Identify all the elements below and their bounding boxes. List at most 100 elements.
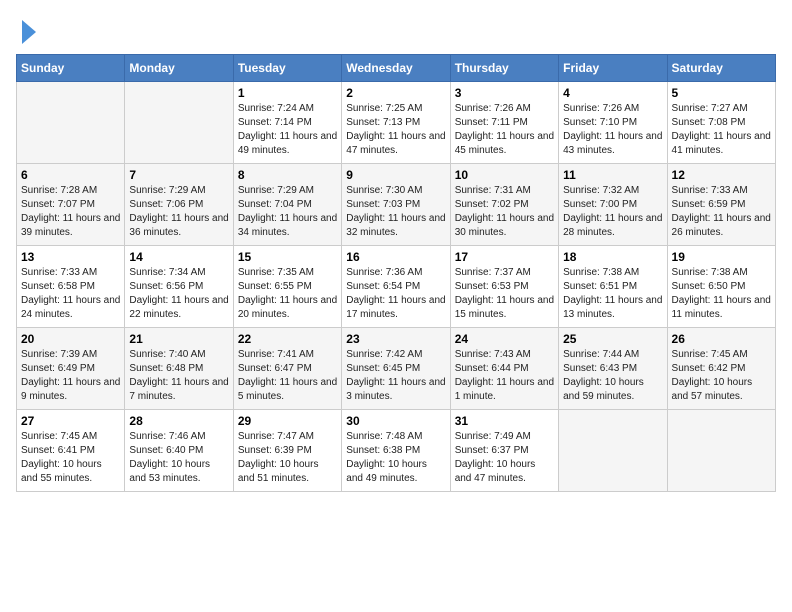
calendar-cell: 18 Sunrise: 7:38 AMSunset: 6:51 PMDayligh… <box>559 246 667 328</box>
day-info: Sunrise: 7:26 AMSunset: 7:10 PMDaylight:… <box>563 102 662 158</box>
day-info: Sunrise: 7:37 AMSunset: 6:53 PMDaylight:… <box>455 266 554 322</box>
day-info: Sunrise: 7:41 AMSunset: 6:47 PMDaylight:… <box>238 348 337 404</box>
day-info: Sunrise: 7:29 AMSunset: 7:06 PMDaylight:… <box>129 184 228 240</box>
day-info: Sunrise: 7:46 AMSunset: 6:40 PMDaylight:… <box>129 430 228 486</box>
day-number: 8 <box>238 168 337 182</box>
calendar-week-row: 6Sunrise: 7:28 AMSunset: 7:07 PMDaylight… <box>17 164 776 246</box>
calendar-cell: 29 Sunrise: 7:47 AMSunset: 6:39 PMDayligh… <box>233 410 341 492</box>
day-number: 25 <box>563 332 662 346</box>
day-number: 9 <box>346 168 445 182</box>
day-info: Sunrise: 7:38 AMSunset: 6:51 PMDaylight:… <box>563 266 662 322</box>
calendar-header-thursday: Thursday <box>450 55 558 82</box>
day-number: 23 <box>346 332 445 346</box>
calendar-cell: 4Sunrise: 7:26 AMSunset: 7:10 PMDaylight… <box>559 82 667 164</box>
calendar-cell: 30Sunrise: 7:48 AMSunset: 6:38 PMDayligh… <box>342 410 450 492</box>
day-info: Sunrise: 7:26 AMSunset: 7:11 PMDaylight:… <box>455 102 554 158</box>
logo <box>16 16 36 44</box>
calendar-cell: 17 Sunrise: 7:37 AMSunset: 6:53 PMDayligh… <box>450 246 558 328</box>
day-number: 3 <box>455 86 554 100</box>
day-info: Sunrise: 7:31 AMSunset: 7:02 PMDaylight:… <box>455 184 554 240</box>
page-header <box>16 16 776 44</box>
day-info: Sunrise: 7:27 AMSunset: 7:08 PMDaylight:… <box>672 102 771 158</box>
calendar-cell: 19Sunrise: 7:38 AMSunset: 6:50 PMDayligh… <box>667 246 775 328</box>
calendar-body: 1 Sunrise: 7:24 AMSunset: 7:14 PMDaylight… <box>17 82 776 492</box>
day-number: 7 <box>129 168 228 182</box>
logo-arrow-icon <box>22 20 36 44</box>
day-number: 30 <box>346 414 445 428</box>
day-number: 26 <box>672 332 771 346</box>
calendar-cell: 23 Sunrise: 7:42 AMSunset: 6:45 PMDayligh… <box>342 328 450 410</box>
calendar-cell <box>17 82 125 164</box>
day-number: 18 <box>563 250 662 264</box>
day-number: 31 <box>455 414 554 428</box>
calendar-cell: 21 Sunrise: 7:40 AMSunset: 6:48 PMDayligh… <box>125 328 233 410</box>
day-info: Sunrise: 7:30 AMSunset: 7:03 PMDaylight:… <box>346 184 445 240</box>
calendar-cell: 10 Sunrise: 7:31 AMSunset: 7:02 PMDayligh… <box>450 164 558 246</box>
calendar-cell: 16 Sunrise: 7:36 AMSunset: 6:54 PMDayligh… <box>342 246 450 328</box>
calendar-cell: 15 Sunrise: 7:35 AMSunset: 6:55 PMDayligh… <box>233 246 341 328</box>
day-info: Sunrise: 7:33 AMSunset: 6:58 PMDaylight:… <box>21 266 120 322</box>
calendar-week-row: 27 Sunrise: 7:45 AMSunset: 6:41 PMDayligh… <box>17 410 776 492</box>
day-info: Sunrise: 7:45 AMSunset: 6:41 PMDaylight:… <box>21 430 120 486</box>
day-number: 14 <box>129 250 228 264</box>
calendar-header-row: SundayMondayTuesdayWednesdayThursdayFrid… <box>17 55 776 82</box>
day-number: 1 <box>238 86 337 100</box>
calendar-cell: 11Sunrise: 7:32 AMSunset: 7:00 PMDayligh… <box>559 164 667 246</box>
calendar-cell: 1 Sunrise: 7:24 AMSunset: 7:14 PMDaylight… <box>233 82 341 164</box>
day-info: Sunrise: 7:45 AMSunset: 6:42 PMDaylight:… <box>672 348 771 404</box>
day-number: 10 <box>455 168 554 182</box>
calendar-header-friday: Friday <box>559 55 667 82</box>
calendar-cell <box>125 82 233 164</box>
day-number: 29 <box>238 414 337 428</box>
day-info: Sunrise: 7:25 AMSunset: 7:13 PMDaylight:… <box>346 102 445 158</box>
day-number: 20 <box>21 332 120 346</box>
calendar-cell: 3 Sunrise: 7:26 AMSunset: 7:11 PMDaylight… <box>450 82 558 164</box>
day-number: 13 <box>21 250 120 264</box>
day-info: Sunrise: 7:42 AMSunset: 6:45 PMDaylight:… <box>346 348 445 404</box>
calendar-cell: 2 Sunrise: 7:25 AMSunset: 7:13 PMDaylight… <box>342 82 450 164</box>
day-number: 11 <box>563 168 662 182</box>
day-info: Sunrise: 7:34 AMSunset: 6:56 PMDaylight:… <box>129 266 228 322</box>
day-number: 16 <box>346 250 445 264</box>
day-info: Sunrise: 7:47 AMSunset: 6:39 PMDaylight:… <box>238 430 337 486</box>
calendar-header-saturday: Saturday <box>667 55 775 82</box>
calendar-header-wednesday: Wednesday <box>342 55 450 82</box>
calendar-cell: 8Sunrise: 7:29 AMSunset: 7:04 PMDaylight… <box>233 164 341 246</box>
calendar-cell: 22Sunrise: 7:41 AMSunset: 6:47 PMDayligh… <box>233 328 341 410</box>
calendar-cell: 20 Sunrise: 7:39 AMSunset: 6:49 PMDayligh… <box>17 328 125 410</box>
day-number: 28 <box>129 414 228 428</box>
calendar-header-monday: Monday <box>125 55 233 82</box>
day-number: 12 <box>672 168 771 182</box>
calendar-week-row: 1 Sunrise: 7:24 AMSunset: 7:14 PMDaylight… <box>17 82 776 164</box>
calendar-cell: 9 Sunrise: 7:30 AMSunset: 7:03 PMDaylight… <box>342 164 450 246</box>
day-number: 2 <box>346 86 445 100</box>
day-number: 17 <box>455 250 554 264</box>
calendar-cell: 28 Sunrise: 7:46 AMSunset: 6:40 PMDayligh… <box>125 410 233 492</box>
day-number: 15 <box>238 250 337 264</box>
calendar-cell: 24Sunrise: 7:43 AMSunset: 6:44 PMDayligh… <box>450 328 558 410</box>
calendar-header-tuesday: Tuesday <box>233 55 341 82</box>
day-number: 21 <box>129 332 228 346</box>
day-info: Sunrise: 7:39 AMSunset: 6:49 PMDaylight:… <box>21 348 120 404</box>
calendar-cell: 27 Sunrise: 7:45 AMSunset: 6:41 PMDayligh… <box>17 410 125 492</box>
calendar-week-row: 13 Sunrise: 7:33 AMSunset: 6:58 PMDayligh… <box>17 246 776 328</box>
calendar-cell <box>667 410 775 492</box>
calendar-week-row: 20 Sunrise: 7:39 AMSunset: 6:49 PMDayligh… <box>17 328 776 410</box>
day-info: Sunrise: 7:24 AMSunset: 7:14 PMDaylight:… <box>238 102 337 158</box>
day-info: Sunrise: 7:49 AMSunset: 6:37 PMDaylight:… <box>455 430 554 486</box>
day-number: 24 <box>455 332 554 346</box>
calendar-cell: 14 Sunrise: 7:34 AMSunset: 6:56 PMDayligh… <box>125 246 233 328</box>
day-info: Sunrise: 7:33 AMSunset: 6:59 PMDaylight:… <box>672 184 771 240</box>
day-number: 5 <box>672 86 771 100</box>
day-info: Sunrise: 7:40 AMSunset: 6:48 PMDaylight:… <box>129 348 228 404</box>
calendar-cell: 31 Sunrise: 7:49 AMSunset: 6:37 PMDayligh… <box>450 410 558 492</box>
day-info: Sunrise: 7:44 AMSunset: 6:43 PMDaylight:… <box>563 348 662 404</box>
day-number: 27 <box>21 414 120 428</box>
day-number: 6 <box>21 168 120 182</box>
calendar-cell: 12 Sunrise: 7:33 AMSunset: 6:59 PMDayligh… <box>667 164 775 246</box>
calendar-table: SundayMondayTuesdayWednesdayThursdayFrid… <box>16 54 776 492</box>
day-info: Sunrise: 7:35 AMSunset: 6:55 PMDaylight:… <box>238 266 337 322</box>
calendar-cell: 26 Sunrise: 7:45 AMSunset: 6:42 PMDayligh… <box>667 328 775 410</box>
calendar-cell: 6Sunrise: 7:28 AMSunset: 7:07 PMDaylight… <box>17 164 125 246</box>
day-info: Sunrise: 7:36 AMSunset: 6:54 PMDaylight:… <box>346 266 445 322</box>
